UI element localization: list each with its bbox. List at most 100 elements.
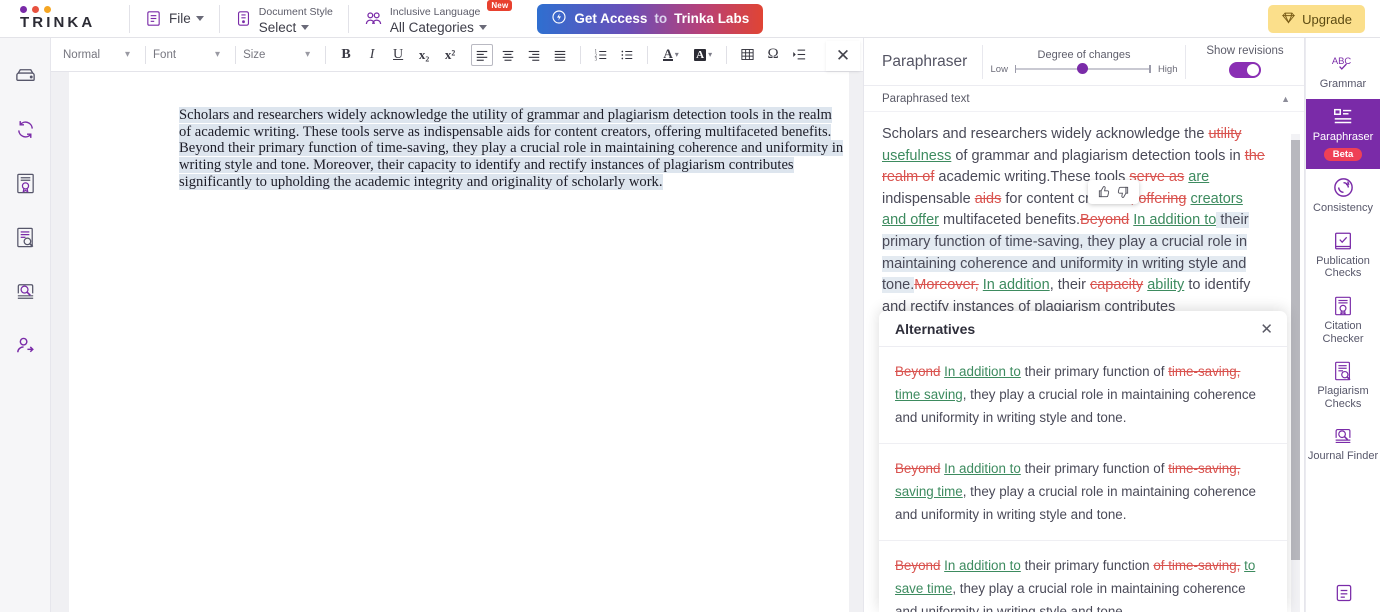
indent-button[interactable] bbox=[788, 44, 810, 66]
document-style-menu[interactable]: Document Style Select bbox=[224, 1, 344, 37]
right-rail-item-consistency[interactable]: Consistency bbox=[1306, 169, 1380, 223]
right-rail-item-citation-checker[interactable]: Citation Checker bbox=[1306, 288, 1380, 353]
special-character-button[interactable]: Ω bbox=[762, 44, 784, 66]
svg-text:ABC: ABC bbox=[1332, 55, 1352, 66]
degree-slider[interactable] bbox=[1014, 63, 1151, 74]
paraphraser-scrollbar[interactable] bbox=[1291, 134, 1300, 612]
alternative-text: their primary function of bbox=[1020, 461, 1169, 476]
slider-knob[interactable] bbox=[1076, 63, 1088, 74]
sidebar-item-plagiarism-checks[interactable] bbox=[12, 224, 38, 250]
right-rail-item-label: Publication Checks bbox=[1316, 254, 1370, 280]
alternatives-card: Alternatives ✕ Beyond In addition to the… bbox=[879, 311, 1287, 612]
beta-badge: Beta bbox=[1323, 148, 1363, 162]
text-color-button[interactable]: A ▾ bbox=[657, 44, 685, 66]
inclusive-language-menu[interactable]: Inclusive Language New All Categories bbox=[353, 0, 523, 37]
right-rail-item-plagiarism-checks[interactable]: Plagiarism Checks bbox=[1306, 353, 1380, 418]
inclusive-language-value: All Categories bbox=[389, 19, 474, 35]
inclusive-language-text: Inclusive Language New All Categories bbox=[389, 0, 513, 35]
paragraph-style-dropdown[interactable]: Normal ▾ bbox=[63, 49, 138, 61]
file-icon bbox=[145, 10, 162, 27]
right-rail-item-publication-checks[interactable]: Publication Checks bbox=[1306, 223, 1380, 288]
chevron-up-icon: ▲ bbox=[1281, 93, 1290, 104]
divider bbox=[129, 4, 130, 33]
new-badge: New bbox=[487, 0, 513, 11]
trinka-labs-lead: Get Access bbox=[574, 11, 648, 26]
align-left-button[interactable] bbox=[471, 43, 494, 66]
scrollbar-thumb[interactable] bbox=[1291, 140, 1300, 560]
subscript-button[interactable]: x₂ bbox=[413, 44, 435, 66]
sidebar-item-citation-checker[interactable] bbox=[12, 170, 38, 196]
document-page[interactable]: Scholars and researchers widely acknowle… bbox=[69, 72, 849, 612]
alternative-insertion: In addition to bbox=[944, 461, 1021, 476]
feedback-popup bbox=[1088, 180, 1139, 204]
upgrade-button[interactable]: Upgrade bbox=[1268, 5, 1365, 33]
highlight-color-button[interactable]: A ▾ bbox=[689, 44, 717, 66]
divider bbox=[218, 4, 220, 33]
show-revisions-toggle[interactable] bbox=[1229, 62, 1261, 78]
document-style-icon bbox=[235, 10, 252, 27]
divider bbox=[726, 45, 728, 64]
inclusive-language-caption-text: Inclusive Language bbox=[389, 5, 481, 18]
trinka-labs-tail: Trinka Labs bbox=[674, 11, 750, 26]
underline-button[interactable]: U bbox=[387, 44, 409, 66]
alternative-deletion: of time-saving, bbox=[1153, 558, 1241, 573]
align-justify-button[interactable] bbox=[549, 44, 571, 66]
right-rail-item-journal-finder[interactable]: Journal Finder bbox=[1306, 418, 1380, 471]
paraphrased-insertion: usefulness bbox=[882, 147, 952, 164]
alternative-option[interactable]: Beyond In addition to their primary func… bbox=[879, 347, 1287, 444]
notes-icon[interactable] bbox=[1334, 583, 1354, 608]
bold-button[interactable]: B bbox=[335, 44, 357, 66]
table-button[interactable] bbox=[736, 44, 758, 66]
trinka-labs-button[interactable]: Get Access to Trinka Labs bbox=[537, 3, 764, 34]
publication-checks-icon bbox=[1332, 230, 1354, 252]
chevron-down-icon: ▾ bbox=[125, 49, 131, 60]
file-menu-label: File bbox=[169, 11, 204, 26]
sidebar-item-drive[interactable] bbox=[12, 62, 38, 88]
thumbs-up-icon[interactable] bbox=[1097, 185, 1111, 199]
paraphrased-text: of grammar and plagiarism detection tool… bbox=[951, 147, 1245, 164]
sidebar-item-sync[interactable] bbox=[12, 116, 38, 142]
right-rail-item-paraphraser[interactable]: Paraphraser Beta bbox=[1305, 98, 1380, 170]
italic-button[interactable]: I bbox=[361, 44, 383, 66]
size-dropdown[interactable]: Size ▾ bbox=[243, 49, 318, 61]
document-paragraph[interactable]: Scholars and researchers widely acknowle… bbox=[179, 107, 844, 191]
chevron-down-icon: ▾ bbox=[215, 49, 221, 60]
right-rail-item-label: Consistency bbox=[1313, 202, 1373, 215]
paraphrased-deletion: Moreover, bbox=[914, 277, 979, 294]
thumbs-down-icon[interactable] bbox=[1116, 185, 1130, 199]
sidebar-item-journal-finder[interactable] bbox=[12, 278, 38, 304]
close-icon: ✕ bbox=[835, 46, 851, 65]
align-right-button[interactable] bbox=[523, 44, 545, 66]
editor-toolbar: Normal ▾ Font ▾ Size ▾ B I U x₂ x² 1 2 3… bbox=[51, 38, 863, 72]
paraphrased-text-header[interactable]: Paraphrased text ▲ bbox=[864, 86, 1304, 112]
paraphrased-text: , their bbox=[1049, 277, 1090, 294]
close-panel-button[interactable]: ✕ bbox=[826, 41, 860, 71]
paraphrased-insertion: are bbox=[1188, 169, 1210, 186]
grammar-icon: ABC bbox=[1331, 53, 1355, 75]
file-menu[interactable]: File bbox=[134, 1, 215, 37]
top-bar: TRINKA File Document Style Select Inclus… bbox=[0, 0, 1380, 38]
alternative-option[interactable]: Beyond In addition to their primary func… bbox=[879, 541, 1287, 612]
alternative-deletion: time-saving, bbox=[1168, 364, 1241, 379]
alternative-deletion: time-saving, bbox=[1168, 461, 1241, 476]
ordered-list-button[interactable]: 123 bbox=[590, 44, 612, 66]
paraphrased-text-label: Paraphrased text bbox=[882, 92, 970, 105]
right-rail-item-label: Plagiarism Checks bbox=[1317, 385, 1369, 410]
paraphrased-insertion: In addition bbox=[982, 277, 1050, 294]
alternative-deletion: Beyond bbox=[895, 364, 941, 379]
paragraph-style-value: Normal bbox=[63, 48, 101, 61]
alternative-option[interactable]: Beyond In addition to their primary func… bbox=[879, 444, 1287, 541]
close-icon[interactable]: ✕ bbox=[1260, 320, 1273, 338]
document-style-value: Select bbox=[258, 19, 297, 35]
bullet-list-button[interactable] bbox=[616, 44, 638, 66]
font-dropdown[interactable]: Font ▾ bbox=[153, 49, 228, 61]
paraphrased-deletion: Beyond bbox=[1080, 212, 1130, 229]
divider bbox=[647, 45, 649, 64]
chevron-down-icon: ▾ bbox=[305, 49, 311, 60]
align-center-button[interactable] bbox=[497, 44, 519, 66]
right-rail-item-label: Journal Finder bbox=[1307, 450, 1379, 463]
right-rail-item-grammar[interactable]: ABC Grammar bbox=[1306, 46, 1380, 99]
superscript-button[interactable]: x² bbox=[439, 44, 461, 66]
brand-logo[interactable]: TRINKA bbox=[0, 6, 125, 31]
sidebar-item-share[interactable] bbox=[12, 332, 38, 358]
